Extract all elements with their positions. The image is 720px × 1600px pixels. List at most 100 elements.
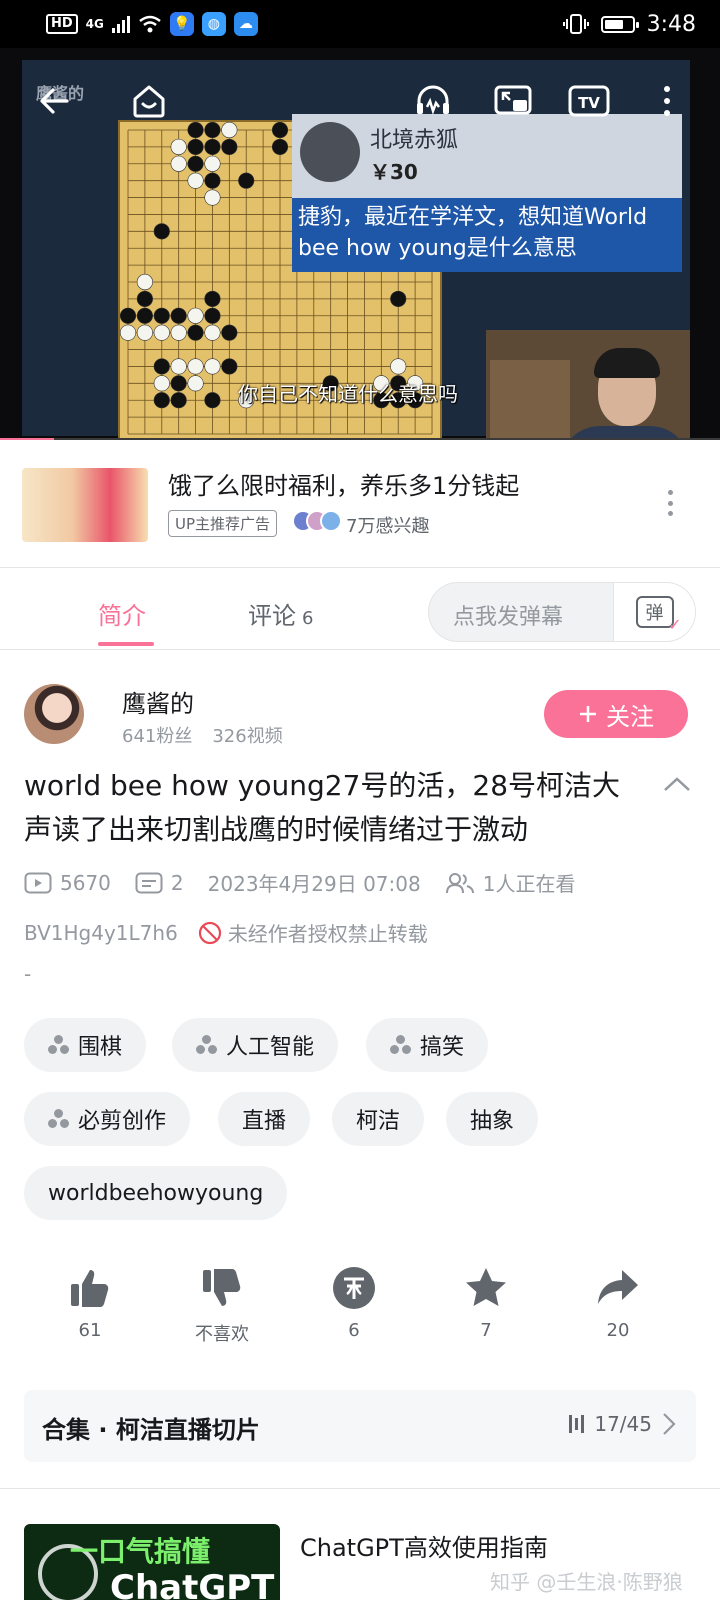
white-stone (120, 324, 137, 341)
uploader-fans: 641粉丝 (122, 726, 193, 747)
black-stone (187, 138, 204, 155)
ad-tag: UP主推荐广告 (168, 510, 278, 537)
tag-item[interactable]: 抽象 (446, 1092, 539, 1146)
battery-icon (600, 15, 639, 33)
back-icon[interactable] (32, 78, 78, 124)
danmaku-icon: 弹 (635, 596, 682, 634)
tag-item[interactable]: 柯洁 (332, 1092, 425, 1146)
tag-item[interactable]: 围棋 (24, 1018, 147, 1072)
chevron-up-icon[interactable] (662, 774, 692, 794)
avatar[interactable] (24, 684, 84, 744)
more-icon[interactable] (644, 78, 690, 124)
tab-intro[interactable]: 简介 (98, 596, 146, 631)
coin-count: 6 (348, 1320, 360, 1341)
like-button[interactable]: 61 (30, 1266, 150, 1341)
forbidden-icon (198, 921, 221, 944)
video-title: world bee how young27号的活，28号柯洁大声读了出来切割战鹰… (24, 769, 621, 846)
publish-date: 2023年4月29日 07:08 (207, 872, 421, 896)
danmaku-count: 2 (170, 870, 184, 895)
uploader-stats: 641粉丝 326视频 (122, 722, 303, 748)
bvid[interactable]: BV1Hg4y1L7h6 (24, 921, 178, 945)
favorite-button[interactable]: 7 (426, 1266, 546, 1341)
tab-comments[interactable]: 评论 6 (248, 596, 313, 631)
signal-icon (111, 15, 130, 33)
streamer-webcam (486, 330, 690, 440)
black-stone (170, 392, 187, 409)
viewers-icon (445, 872, 474, 893)
plus-icon (580, 706, 596, 722)
coin-button[interactable]: 6 (294, 1266, 414, 1341)
danmaku-input[interactable]: 点我发弹幕 (453, 599, 563, 631)
black-stone (136, 307, 153, 324)
tab-indicator (98, 642, 154, 646)
tag-label: 人工智能 (226, 1035, 315, 1060)
ad-more-icon[interactable] (668, 490, 674, 516)
tag-label: 必剪创作 (78, 1109, 167, 1134)
tag-item[interactable]: 直播 (218, 1092, 311, 1146)
tag-label: 直播 (242, 1109, 287, 1134)
video-meta: 5670 2 2023年4月29日 07:08 1人正在看 (24, 868, 599, 897)
black-stone (120, 307, 137, 324)
white-stone (187, 307, 204, 324)
black-stone (153, 307, 170, 324)
recommend-title[interactable]: ChatGPT高效使用指南 (300, 1528, 548, 1563)
black-stone (187, 155, 204, 172)
danmaku-input-box[interactable]: 点我发弹幕 弹 (428, 582, 696, 642)
tab-comments-label: 评论 (248, 602, 296, 630)
uploader-name[interactable]: 鹰酱的 (122, 684, 194, 719)
pip-icon[interactable] (490, 78, 536, 124)
bvid-row: BV1Hg4y1L7h6 未经作者授权禁止转载 (24, 918, 428, 947)
cast-tv-icon[interactable]: TV (566, 78, 612, 124)
white-stone (153, 375, 170, 392)
status-bar: HD 4G 💡 ◍ ☁ 3:48 (0, 0, 720, 48)
ad-card[interactable]: 饿了么限时福利，养乐多1分钱起 UP主推荐广告 7万感兴趣 (0, 442, 720, 568)
white-stone (136, 273, 153, 291)
thumbs-up-icon (71, 1270, 109, 1307)
tag-item[interactable]: 人工智能 (172, 1018, 339, 1072)
play-count-icon (24, 872, 52, 893)
black-stone (153, 392, 170, 409)
notification-browser-icon: ◍ (201, 12, 226, 36)
recommend-thumbnail[interactable]: 一口气搞懂 ChatGPT (24, 1524, 280, 1600)
tag-item[interactable]: 必剪创作 (24, 1092, 191, 1146)
white-stone (390, 358, 407, 375)
zhihu-watermark: 知乎 @壬生浪·陈野狼 (490, 1570, 683, 1594)
video-player[interactable]: 鹰酱的 北境赤狐 ￥30 捷豹，最近在学洋文，想知道World bee how … (0, 48, 720, 440)
home-icon[interactable] (126, 78, 172, 124)
follow-button[interactable]: 关注 (544, 690, 688, 738)
tag-label: worldbeehowyoung (48, 1180, 264, 1206)
dislike-button[interactable]: 不喜欢 (162, 1266, 282, 1346)
tag-item[interactable]: worldbeehowyoung (24, 1166, 288, 1220)
share-button[interactable]: 20 (558, 1266, 678, 1341)
video-progress-bar[interactable] (0, 438, 720, 440)
black-stone (153, 223, 170, 240)
tag-label: 柯洁 (356, 1109, 401, 1134)
black-stone (271, 138, 289, 155)
white-stone (136, 324, 153, 341)
white-stone (204, 189, 221, 206)
favorite-count: 7 (480, 1320, 492, 1341)
superchat-price: ￥30 (370, 160, 418, 184)
collection-progress-text: 17/45 (594, 1412, 652, 1436)
white-stone (170, 324, 187, 341)
watching-count: 1人正在看 (482, 872, 576, 896)
white-stone (170, 155, 187, 172)
black-stone (187, 324, 204, 341)
listen-icon[interactable] (410, 78, 456, 124)
black-stone (204, 307, 221, 324)
black-stone (204, 138, 221, 155)
recommend-thumb-title: ChatGPT (110, 1568, 275, 1600)
ad-title[interactable]: 饿了么限时福利，养乐多1分钱起 (168, 466, 519, 501)
white-stone (153, 324, 170, 341)
no-reprint-text: 未经作者授权禁止转载 (227, 922, 428, 946)
danmaku-toggle-button[interactable]: 弹 (613, 583, 695, 641)
thumbs-down-icon (203, 1269, 241, 1306)
video-progress-fill (0, 438, 54, 440)
ad-thumbnail[interactable] (22, 468, 148, 542)
superchat-message: 捷豹，最近在学洋文，想知道World bee how young是什么意思 (292, 198, 682, 272)
collection-bar[interactable]: 合集 · 柯洁直播切片 17/45 (24, 1390, 696, 1462)
black-stone (221, 138, 238, 155)
collection-progress: 17/45 (569, 1412, 676, 1436)
channel-icon (48, 1109, 70, 1129)
tag-item[interactable]: 搞笑 (366, 1018, 489, 1072)
